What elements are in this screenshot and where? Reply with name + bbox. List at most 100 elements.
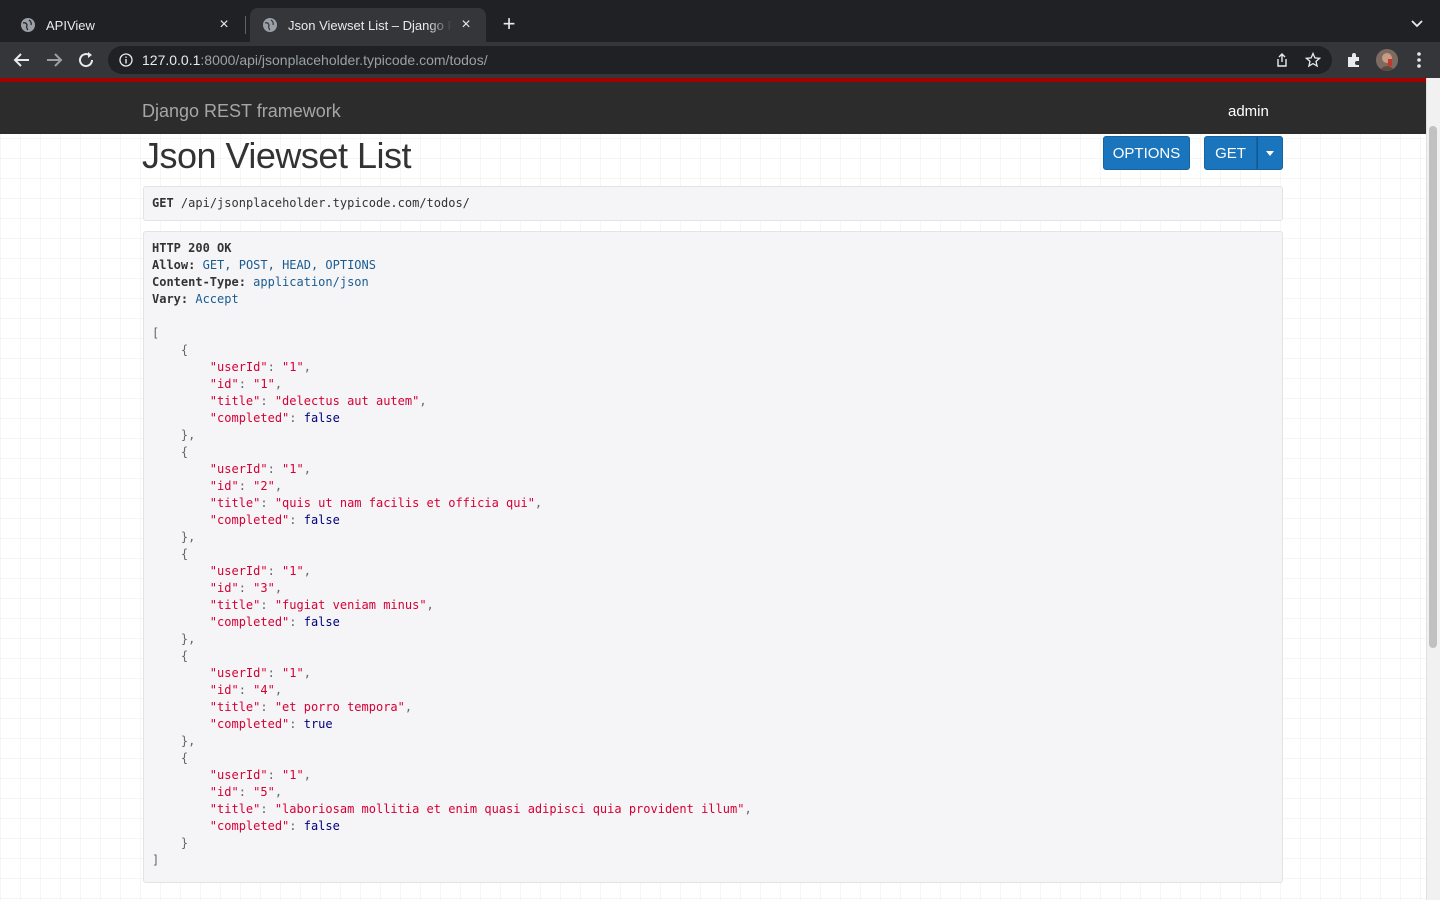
json-boolean: true [303, 717, 333, 731]
browser-tab-apiview[interactable]: APIView × [8, 8, 244, 42]
get-format-dropdown-button[interactable] [1257, 136, 1283, 170]
back-arrow-icon[interactable] [10, 48, 34, 72]
json-colon: : [267, 564, 283, 578]
json-key: "userId" [209, 564, 268, 578]
json-comma: , [274, 581, 283, 595]
share-icon[interactable] [1274, 52, 1290, 68]
json-brace: { [180, 547, 189, 561]
json-line: "id": "4", [152, 682, 1274, 699]
browser-toolbar: 127.0.0.1:8000/api/jsonplaceholder.typic… [0, 42, 1440, 78]
globe-icon [262, 17, 278, 33]
star-icon[interactable] [1305, 52, 1321, 68]
json-comma: , [744, 802, 752, 816]
new-tab-plus-icon[interactable]: + [498, 13, 520, 35]
json-brace: { [180, 343, 189, 357]
json-key: "userId" [209, 462, 268, 476]
json-colon: : [289, 819, 304, 833]
json-key: "title" [209, 598, 261, 612]
forward-arrow-icon[interactable] [42, 48, 66, 72]
json-colon: : [260, 394, 275, 408]
json-line: [ [152, 325, 1274, 342]
options-button[interactable]: OPTIONS [1103, 136, 1190, 170]
json-line: { [152, 648, 1274, 665]
reload-icon[interactable] [74, 48, 98, 72]
json-string: "1" [282, 768, 304, 782]
json-string: "1" [253, 377, 275, 391]
avatar[interactable] [1376, 49, 1398, 71]
json-line: }, [152, 631, 1274, 648]
response-json-body: [ { "userId": "1", "id": "1", "title": "… [152, 325, 1274, 869]
json-colon: : [260, 496, 275, 510]
json-colon: : [289, 411, 304, 425]
json-colon: : [267, 360, 283, 374]
json-string: "2" [253, 479, 275, 493]
json-comma: , [303, 462, 311, 476]
page-title: Json Viewset List [142, 135, 411, 176]
json-comma: , [534, 496, 543, 510]
json-key: "completed" [209, 717, 290, 731]
json-line: "id": "5", [152, 784, 1274, 801]
json-comma: , [303, 360, 311, 374]
user-menu-link[interactable]: admin [1228, 103, 1269, 120]
brand-link[interactable]: Django REST framework [142, 101, 341, 122]
json-brace: }, [180, 530, 196, 544]
tab-divider [245, 16, 246, 34]
json-key: "id" [209, 581, 239, 595]
json-string: "1" [282, 564, 304, 578]
json-line: "userId": "1", [152, 359, 1274, 376]
json-line: "id": "3", [152, 580, 1274, 597]
json-comma: , [426, 598, 434, 612]
json-line: { [152, 342, 1274, 359]
response-status: HTTP 200 OK [152, 241, 232, 255]
json-line: "title": "laboriosam mollitia et enim qu… [152, 801, 1274, 818]
request-method: GET [152, 196, 174, 210]
json-key: "userId" [209, 768, 268, 782]
json-comma: , [404, 700, 413, 714]
scrollbar-thumb[interactable] [1429, 126, 1437, 648]
json-colon: : [267, 666, 283, 680]
json-comma: , [274, 479, 283, 493]
info-icon[interactable] [119, 53, 133, 67]
json-string: "delectus aut autem" [274, 394, 420, 408]
json-line: "title": "quis ut nam facilis et officia… [152, 495, 1274, 512]
globe-icon [20, 17, 36, 33]
browser-tab-bar: APIView × Json Viewset List – Django RES… [0, 0, 1440, 42]
json-string: "quis ut nam facilis et officia qui" [274, 496, 535, 510]
json-key: "completed" [209, 513, 290, 527]
json-comma: , [303, 768, 311, 782]
json-key: "id" [209, 785, 239, 799]
json-key: "completed" [209, 411, 290, 425]
json-line: "title": "et porro tempora", [152, 699, 1274, 716]
json-colon: : [238, 683, 254, 697]
json-key: "id" [209, 377, 239, 391]
url-rest: :8000/api/jsonplaceholder.typicode.com/t… [200, 52, 488, 68]
json-colon: : [260, 598, 275, 612]
json-colon: : [260, 700, 275, 714]
json-brace: }, [180, 428, 196, 442]
json-colon: : [238, 785, 254, 799]
json-key: "id" [209, 683, 239, 697]
extensions-puzzle-icon[interactable] [1345, 51, 1363, 69]
json-key: "id" [209, 479, 239, 493]
response-header-allow: Allow: GET, POST, HEAD, OPTIONS [152, 258, 376, 272]
json-line: "title": "fugiat veniam minus", [152, 597, 1274, 614]
chevron-down-icon[interactable] [1408, 14, 1426, 32]
json-line: "completed": true [152, 716, 1274, 733]
get-button[interactable]: GET [1204, 136, 1257, 170]
json-colon: : [260, 802, 275, 816]
url-host: 127.0.0.1 [142, 52, 201, 68]
close-icon[interactable]: × [216, 17, 232, 33]
json-colon: : [267, 462, 283, 476]
json-colon: : [289, 717, 304, 731]
json-line: "userId": "1", [152, 665, 1274, 682]
json-comma: , [419, 394, 427, 408]
json-key: "title" [209, 802, 261, 816]
kebab-menu-icon[interactable] [1412, 50, 1426, 70]
json-key: "title" [209, 394, 261, 408]
json-colon: : [267, 768, 283, 782]
address-bar[interactable]: 127.0.0.1:8000/api/jsonplaceholder.typic… [108, 46, 1332, 74]
json-line: "userId": "1", [152, 461, 1274, 478]
close-icon[interactable]: × [458, 17, 474, 33]
browser-tab-json-viewset[interactable]: Json Viewset List – Django REST framewor… [250, 8, 486, 42]
json-brace: }, [180, 734, 196, 748]
